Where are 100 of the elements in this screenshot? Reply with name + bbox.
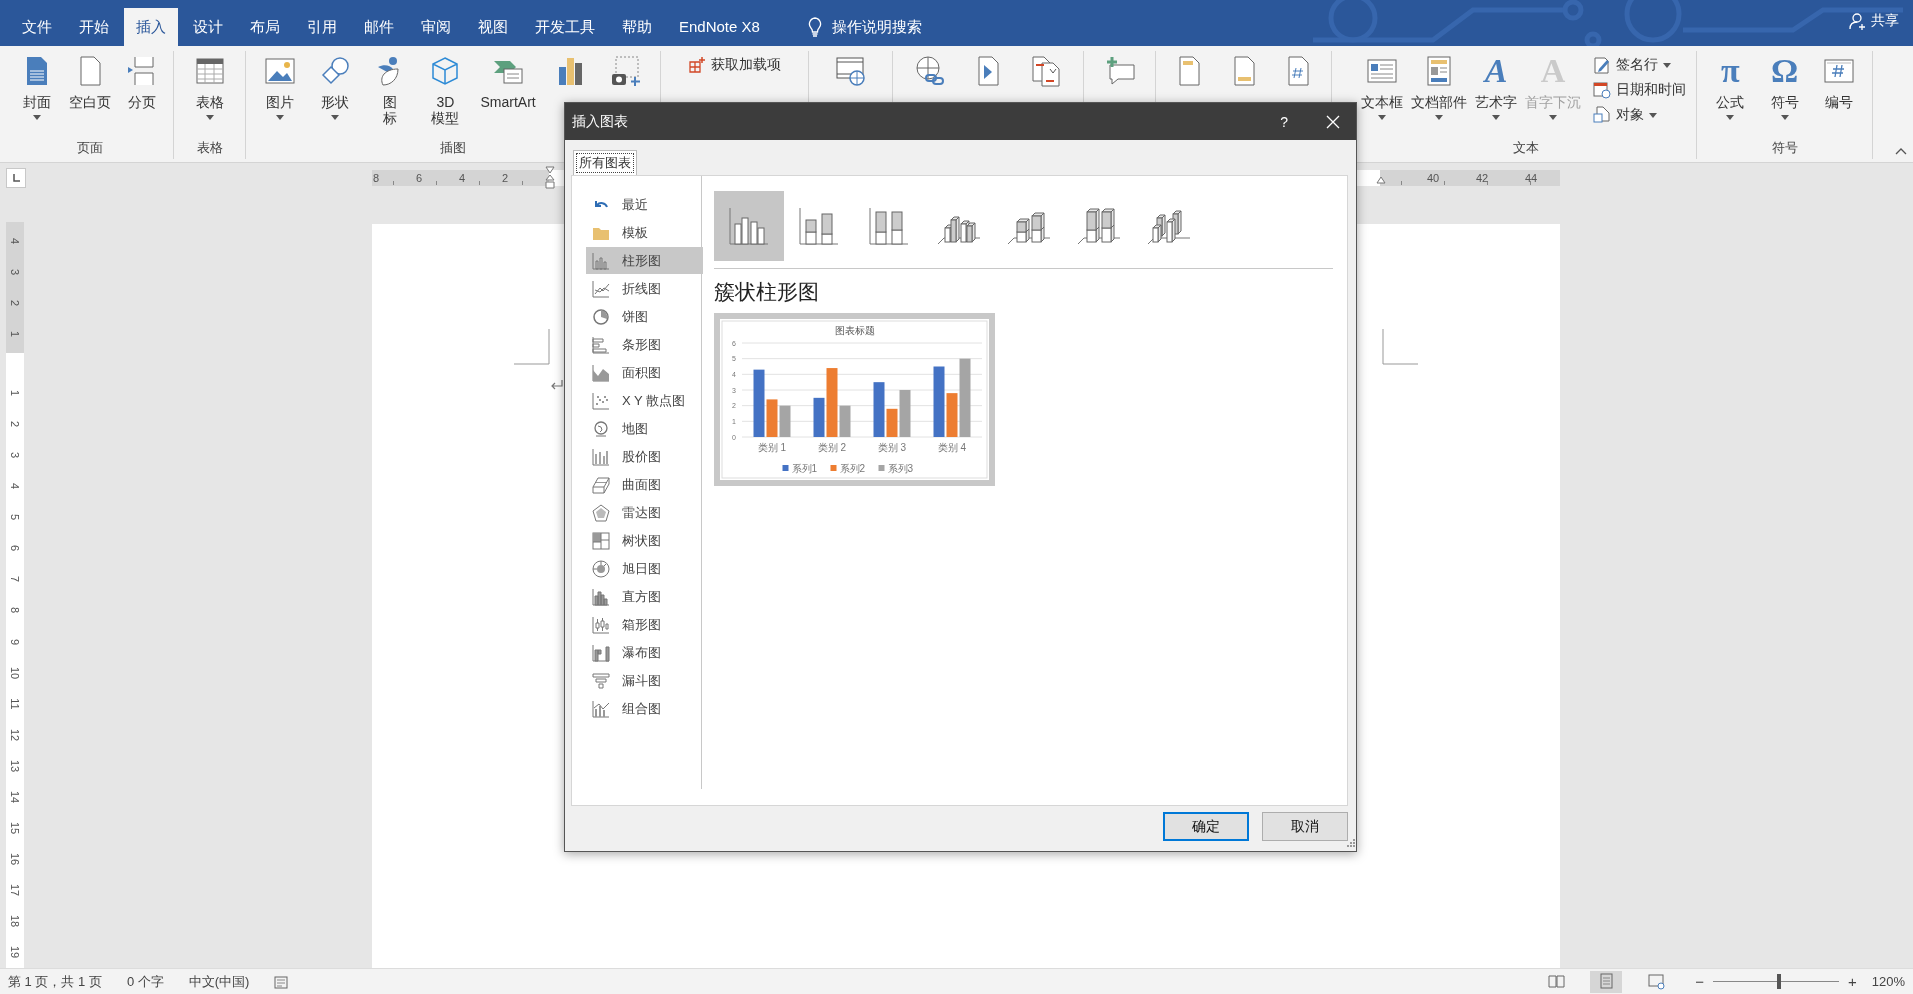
ribbon-button[interactable]: 封面 xyxy=(13,51,60,120)
ok-button[interactable]: 确定 xyxy=(1163,812,1249,841)
ruler-number: 1 xyxy=(9,330,21,337)
stock-chart-icon xyxy=(592,447,610,466)
group-label: 符号 xyxy=(1770,139,1799,157)
ruler-number: 8 xyxy=(9,607,21,614)
shapes-icon xyxy=(319,55,352,87)
ribbon-tab[interactable]: 视图 xyxy=(466,8,520,46)
ribbon-tab[interactable]: 设计 xyxy=(181,8,235,46)
chart-type-item[interactable]: X Y 散点图 xyxy=(586,387,703,414)
chart-type-item[interactable]: 股价图 xyxy=(586,443,703,470)
chart-type-item[interactable]: 雷达图 xyxy=(586,499,703,526)
ruler-number: 2 xyxy=(501,171,509,186)
chart-type-item[interactable]: 瀑布图 xyxy=(586,639,703,666)
ribbon-tab[interactable]: 帮助 xyxy=(610,8,664,46)
ruler-number: 19 xyxy=(9,946,21,959)
tell-me-search[interactable]: 操作说明搜索 xyxy=(807,8,922,46)
ribbon-button[interactable]: π 公式 xyxy=(1707,51,1754,120)
legend-label: 系列2 xyxy=(839,463,866,474)
chart-bar xyxy=(779,405,791,437)
ribbon-button[interactable]: 图片 xyxy=(257,51,304,120)
chart-type-item[interactable]: 箱形图 xyxy=(586,611,703,638)
help-button[interactable]: ? xyxy=(1280,113,1288,130)
chart-type-item[interactable]: 柱形图 xyxy=(586,247,703,274)
ribbon-tab[interactable]: 布局 xyxy=(238,8,292,46)
ruler-number: 3 xyxy=(9,268,21,275)
ribbon-button[interactable]: 对象 xyxy=(1590,103,1689,127)
page-count: 第 1 页，共 1 页 xyxy=(8,972,102,991)
box-plot-icon xyxy=(592,615,610,634)
omega-icon: Ω xyxy=(1770,54,1799,88)
view-button[interactable] xyxy=(1590,970,1623,993)
add-in-icon xyxy=(688,56,706,74)
ribbon-button[interactable]: A 艺术字 xyxy=(1472,51,1520,120)
ribbon-tab[interactable]: EndNote X8 xyxy=(667,8,772,46)
ruler-number: 42 xyxy=(1475,171,1489,186)
pie-chart-icon xyxy=(592,307,610,326)
3d-percent-stacked-column-icon xyxy=(1077,206,1121,246)
ribbon-button[interactable]: 形状 xyxy=(312,51,359,120)
slider-thumb[interactable] xyxy=(1776,974,1781,989)
ribbon-button[interactable]: 分页 xyxy=(119,51,166,110)
language[interactable]: 中文(中国) xyxy=(188,972,250,991)
ruler-number: 44 xyxy=(1524,171,1538,186)
ruler-number: 8 xyxy=(372,171,380,186)
ribbon-tab[interactable]: 引用 xyxy=(295,8,349,46)
ribbon-button[interactable]: 编号 xyxy=(1815,51,1862,110)
ribbon-button[interactable]: 空白页 xyxy=(65,51,114,110)
ruler-number: 18 xyxy=(9,915,21,928)
chart-type-item[interactable]: 旭日图 xyxy=(586,555,703,582)
ribbon-button[interactable]: 图标 xyxy=(367,51,414,126)
cancel-button[interactable]: 取消 xyxy=(1262,812,1348,841)
zoom-out-button[interactable]: − xyxy=(1690,973,1709,990)
tab-selector-button[interactable] xyxy=(6,168,26,188)
ribbon-button[interactable]: 日期和时间 xyxy=(1590,78,1689,102)
ribbon-tab[interactable]: 审阅 xyxy=(409,8,463,46)
chart-type-item[interactable]: 折线图 xyxy=(586,275,703,302)
ruler-number: 7 xyxy=(9,576,21,583)
zoom-in-button[interactable]: + xyxy=(1843,973,1862,990)
dialog-tab[interactable]: 所有图表 xyxy=(573,150,637,175)
ribbon-tab[interactable]: 邮件 xyxy=(352,8,406,46)
area-chart-icon xyxy=(592,363,610,382)
calendar-clock-icon xyxy=(1593,81,1611,99)
ribbon-tab[interactable]: 开始 xyxy=(67,8,121,46)
group-label: 插图 xyxy=(439,139,467,157)
share-button[interactable]: 共享 xyxy=(1849,12,1899,30)
chart-type-item[interactable]: 树状图 xyxy=(586,527,703,554)
ribbon-button[interactable]: 3D模型 xyxy=(422,51,469,126)
chart-type-item[interactable]: 面积图 xyxy=(586,359,703,386)
object-icon xyxy=(1593,106,1611,124)
ribbon-button[interactable]: SmartArt xyxy=(477,51,539,110)
combo-chart-icon xyxy=(592,699,610,718)
ribbon-tab[interactable]: 开发工具 xyxy=(523,8,607,46)
chart-type-item[interactable]: 直方图 xyxy=(586,583,703,610)
paragraph-mark-icon xyxy=(550,379,564,391)
chart-type-item[interactable]: 条形图 xyxy=(586,331,703,358)
ribbon-tab[interactable]: 文件 xyxy=(10,8,64,46)
chart-type-item[interactable]: 最近 xyxy=(586,191,703,218)
ribbon-tab[interactable]: 插入 xyxy=(124,8,178,46)
legend-label: 系列3 xyxy=(887,463,914,474)
ruler-number: 4 xyxy=(9,237,21,244)
ruler-number: 10 xyxy=(9,666,21,679)
funnel-icon xyxy=(592,671,610,690)
chart-type-item[interactable]: 漏斗图 xyxy=(586,667,703,694)
ribbon-button[interactable]: 文档部件 xyxy=(1408,51,1470,120)
ribbon-button[interactable]: 表格 xyxy=(186,51,233,120)
group-label: 页面 xyxy=(75,139,104,157)
ribbon-button[interactable]: 获取加载项 xyxy=(685,53,784,77)
ribbon-button[interactable]: Ω 符号 xyxy=(1761,51,1808,120)
ribbon-button[interactable]: 文本框 xyxy=(1358,51,1406,120)
ruler-number: 12 xyxy=(9,728,21,741)
clustered-column-icon xyxy=(727,206,771,246)
line-chart-icon xyxy=(592,279,610,298)
treemap-icon xyxy=(592,531,610,550)
chart-type-item[interactable]: 组合图 xyxy=(586,695,703,722)
chart-type-item[interactable]: 饼图 xyxy=(586,303,703,330)
chart-type-item[interactable]: 曲面图 xyxy=(586,471,703,498)
chart-type-item[interactable]: 模板 xyxy=(586,219,703,246)
chart-type-item[interactable]: 地图 xyxy=(586,415,703,442)
close-button[interactable] xyxy=(1326,114,1340,129)
ribbon-button[interactable]: 签名行 xyxy=(1590,53,1689,77)
chart-subtype-button[interactable] xyxy=(714,191,784,261)
